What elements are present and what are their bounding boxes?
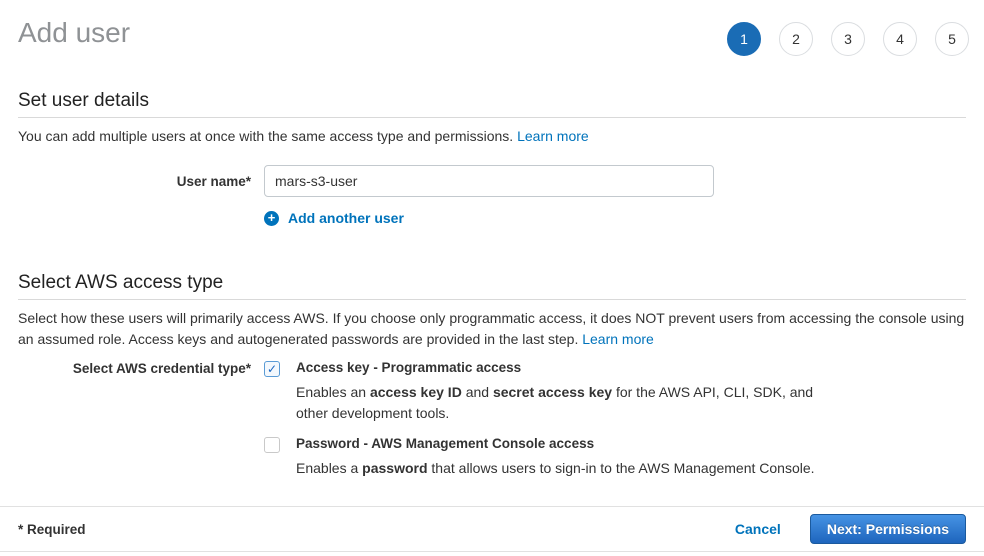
desc-text: that allows users to sign-in to the AWS …: [428, 460, 815, 476]
section-heading-access-type: Select AWS access type: [18, 272, 966, 294]
section-divider: [18, 117, 966, 118]
step-indicator-4: 4: [883, 22, 917, 56]
password-checkbox[interactable]: [264, 437, 280, 453]
username-input[interactable]: [264, 165, 714, 197]
desc-text-bold: password: [362, 460, 427, 476]
credential-type-row: Select AWS credential type* ✓ Access key…: [18, 360, 966, 479]
desc-text: and: [462, 384, 493, 400]
plus-icon: +: [264, 211, 279, 226]
access-key-option-body: Access key - Programmatic access Enables…: [296, 360, 841, 424]
section-set-user-details: Set user details You can add multiple us…: [0, 90, 984, 226]
access-key-checkbox[interactable]: ✓: [264, 361, 280, 377]
wizard-step-indicator: 1 2 3 4 5: [727, 16, 969, 56]
cancel-button[interactable]: Cancel: [735, 521, 781, 537]
add-another-user-link[interactable]: + Add another user: [264, 210, 404, 226]
learn-more-link-user-details[interactable]: Learn more: [517, 128, 589, 144]
credential-options: ✓ Access key - Programmatic access Enabl…: [264, 360, 841, 479]
step-indicator-3: 3: [831, 22, 865, 56]
desc-text-bold: access key ID: [370, 384, 462, 400]
wizard-footer: * Required Cancel Next: Permissions: [0, 506, 984, 552]
access-key-option-title: Access key - Programmatic access: [296, 360, 841, 376]
option-password: Password - AWS Management Console access…: [264, 436, 841, 479]
add-another-row: + Add another user: [18, 210, 966, 226]
username-label: User name*: [18, 165, 264, 189]
top-bar: Add user 1 2 3 4 5: [0, 0, 984, 56]
add-another-user-label: Add another user: [288, 210, 404, 226]
user-details-intro: You can add multiple users at once with …: [18, 126, 966, 147]
user-details-intro-text: You can add multiple users at once with …: [18, 128, 517, 144]
required-note: * Required: [18, 522, 86, 537]
password-option-body: Password - AWS Management Console access…: [296, 436, 815, 479]
section-access-type: Select AWS access type Select how these …: [0, 272, 984, 479]
password-option-title: Password - AWS Management Console access: [296, 436, 815, 452]
desc-text: Enables a: [296, 460, 362, 476]
access-key-option-desc: Enables an access key ID and secret acce…: [296, 382, 841, 424]
credential-type-label: Select AWS credential type*: [18, 360, 264, 376]
page-title: Add user: [18, 16, 130, 49]
section-heading-user-details: Set user details: [18, 90, 966, 112]
desc-text: Enables an: [296, 384, 370, 400]
section-divider: [18, 299, 966, 300]
step-indicator-1: 1: [727, 22, 761, 56]
password-option-desc: Enables a password that allows users to …: [296, 458, 815, 479]
step-indicator-5: 5: [935, 22, 969, 56]
desc-text-bold: secret access key: [493, 384, 612, 400]
learn-more-link-access-type[interactable]: Learn more: [582, 331, 654, 347]
username-row: User name*: [18, 165, 966, 197]
access-type-intro: Select how these users will primarily ac…: [18, 308, 966, 350]
next-permissions-button[interactable]: Next: Permissions: [810, 514, 966, 544]
access-type-intro-text: Select how these users will primarily ac…: [18, 310, 964, 347]
step-indicator-2: 2: [779, 22, 813, 56]
option-access-key: ✓ Access key - Programmatic access Enabl…: [264, 360, 841, 424]
checkbox-check-icon: ✓: [267, 363, 277, 375]
